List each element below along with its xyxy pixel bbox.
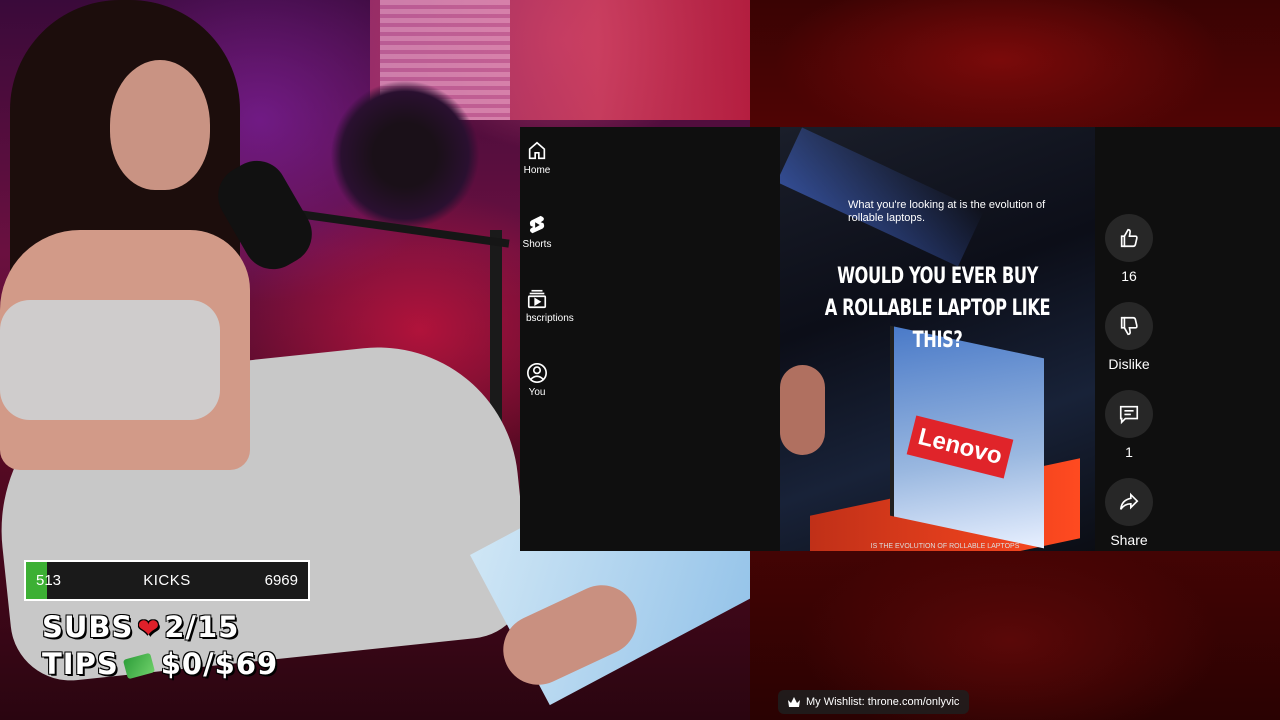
comment-action: 1 [1105, 390, 1153, 460]
home-icon [520, 139, 554, 163]
sidebar-item-label: Shorts [522, 239, 552, 250]
subscriptions-icon [520, 287, 554, 311]
headline-line: WOULD YOU EVER BUY [837, 264, 1038, 289]
share-button[interactable] [1105, 478, 1153, 526]
wishlist-text: My Wishlist: throne.com/onlyvic [806, 696, 960, 708]
thumbs-down-icon [1120, 316, 1138, 336]
light-beam [780, 127, 984, 267]
kicks-goal: 6969 [264, 572, 298, 589]
comment-count: 1 [1125, 444, 1133, 460]
plant [330, 80, 480, 230]
like-button[interactable] [1105, 214, 1153, 262]
crown-icon [788, 697, 800, 707]
comment-icon [1119, 405, 1139, 425]
video-headline: WOULD YOU EVER BUY A ROLLABLE LAPTOP LIK… [808, 261, 1066, 357]
like-count: 16 [1121, 268, 1137, 284]
like-action: 16 [1105, 214, 1153, 284]
dislike-label: Dislike [1108, 356, 1150, 372]
kicks-goal-bar: 513 KICKS 6969 [24, 560, 310, 601]
streamer-top [0, 300, 220, 420]
money-icon [122, 652, 155, 680]
sidebar-item-label: Home [523, 165, 551, 176]
sidebar-item-shorts[interactable]: Shorts [520, 213, 554, 250]
dislike-action: Dislike [1105, 302, 1153, 372]
sidebar-item-subscriptions[interactable]: bscriptions [520, 287, 574, 324]
sidebar-item-label: bscriptions [526, 313, 574, 324]
share-action: Share [1105, 478, 1153, 548]
share-label: Share [1110, 532, 1148, 548]
heart-icon: ❤ [137, 614, 161, 644]
headline-line: A ROLLABLE LAPTOP LIKE THIS? [824, 296, 1051, 353]
shorts-icon [520, 213, 554, 237]
shorts-video-player[interactable]: Lenovo What you're looking at is the evo… [780, 127, 1095, 551]
tips-label: TIPS [42, 647, 119, 681]
subs-label: SUBS [42, 610, 134, 644]
subs-goal: SUBS ❤ 2/15 [42, 610, 239, 644]
tips-goal: TIPS $0/$69 [42, 647, 278, 681]
tips-value: $0/$69 [160, 647, 279, 681]
thumbs-up-icon [1120, 228, 1138, 248]
subs-value: 2/15 [164, 610, 240, 644]
video-subtitle: IS THE EVOLUTION OF ROLLABLE LAPTOPS [870, 543, 1020, 550]
dislike-button[interactable] [1105, 302, 1153, 350]
share-icon [1119, 492, 1139, 510]
streamer-face [110, 60, 210, 190]
wishlist-banner: My Wishlist: throne.com/onlyvic [778, 690, 970, 714]
comments-button[interactable] [1105, 390, 1153, 438]
video-caption: What you're looking at is the evolution … [848, 199, 1046, 224]
sidebar-item-home[interactable]: Home [520, 139, 554, 176]
sidebar-item-label: You [528, 387, 546, 398]
sidebar-item-you[interactable]: You [520, 361, 554, 398]
account-icon [520, 361, 554, 385]
hand [780, 365, 825, 455]
